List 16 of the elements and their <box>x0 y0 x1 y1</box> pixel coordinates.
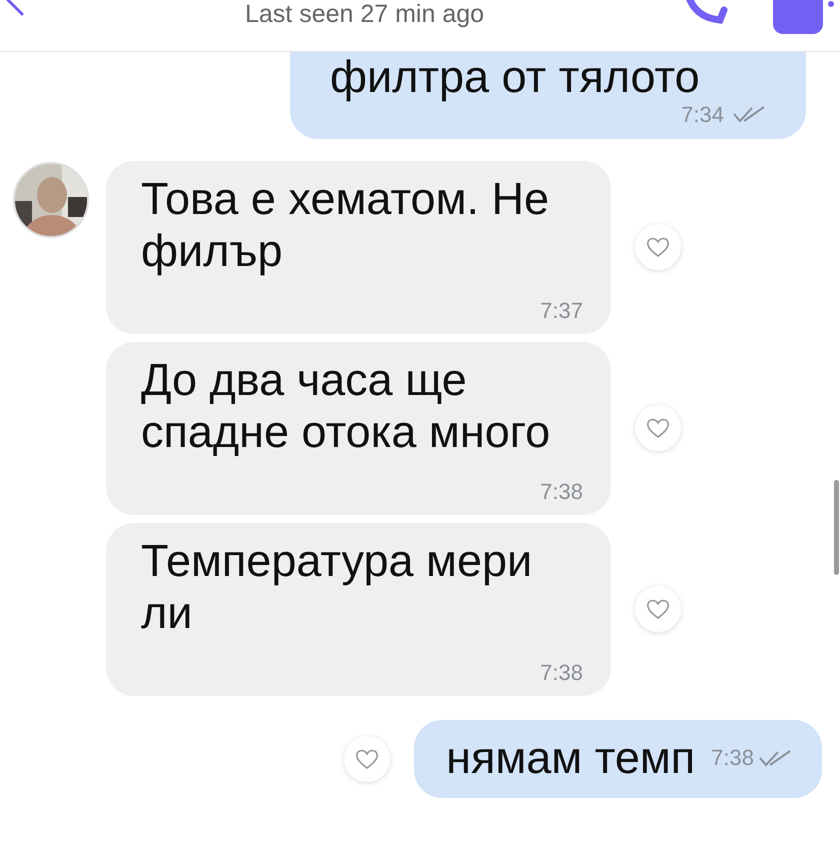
message-time: 7:38 <box>540 660 583 686</box>
message-text: филтра от тялото <box>330 52 701 102</box>
message-bubble[interactable]: До два часа ще спадне отока много 7:38 <box>106 342 611 515</box>
last-seen-status: Last seen 27 min ago <box>245 2 484 27</box>
message-time: 7:37 <box>540 298 583 324</box>
message-time: 7:38 <box>711 745 754 770</box>
message-text: До два часа ще спадне отока много <box>141 354 552 458</box>
message-bubble[interactable]: Това е хематом. Не филър 7:37 <box>106 160 611 334</box>
message-bubble[interactable]: нямам темп 7:38 <box>414 720 822 798</box>
message-text: нямам темп <box>446 732 696 784</box>
message-text: Това е хематом. Не филър <box>141 172 550 276</box>
message-text: Температура мери ли <box>141 534 534 638</box>
message-bubble[interactable]: Температура мери ли 7:38 <box>106 522 611 696</box>
message-bubble[interactable]: филтра от тялото 7:34 <box>290 52 806 139</box>
message-time: 7:34 <box>681 102 724 127</box>
message-time: 7:38 <box>540 479 583 504</box>
